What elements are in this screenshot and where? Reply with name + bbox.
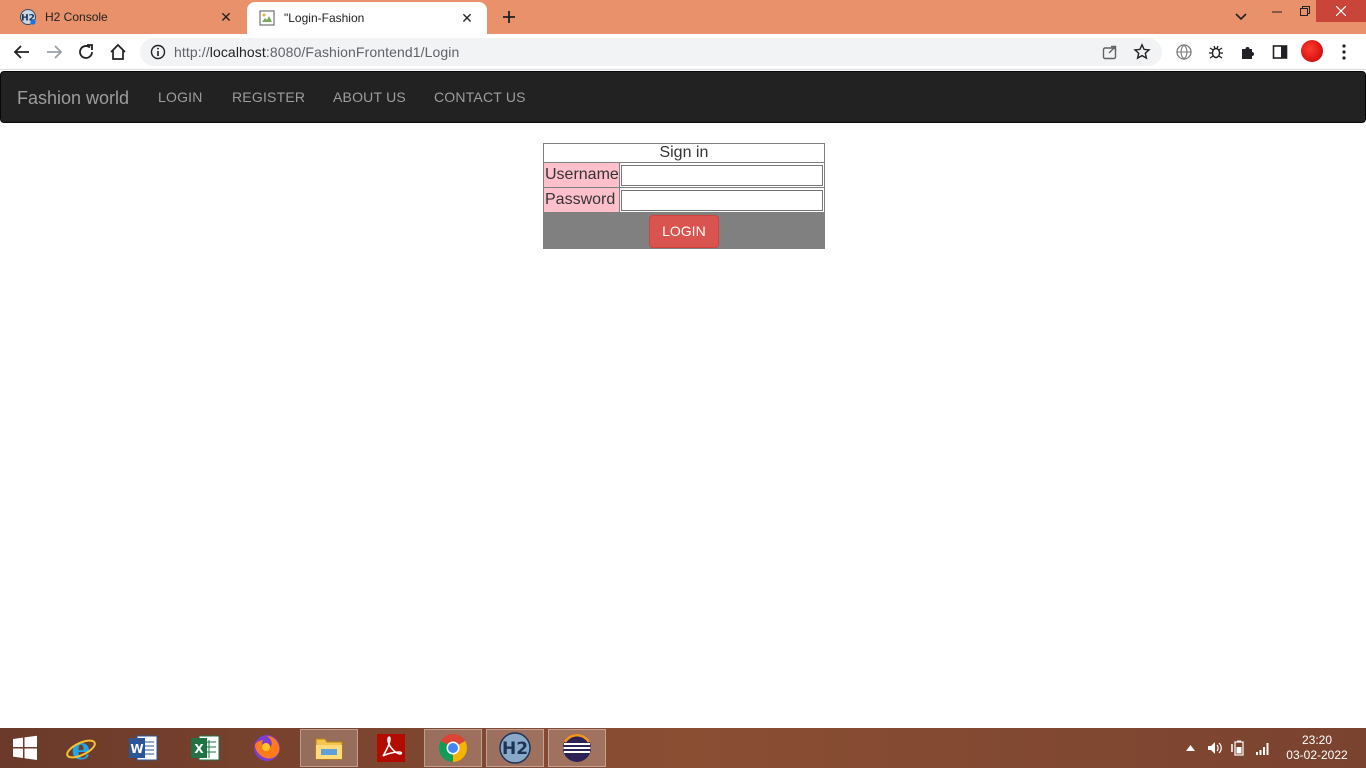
brand-link[interactable]: Fashion world <box>17 88 129 109</box>
forward-arrow-icon[interactable] <box>42 40 66 64</box>
site-navbar: Fashion world LOGIN REGISTER ABOUT US CO… <box>0 71 1366 123</box>
globe-extension-icon[interactable] <box>1172 40 1196 64</box>
acrobat-icon[interactable] <box>362 729 420 767</box>
login-form-table: Sign in Username Password LOGIN <box>543 143 825 249</box>
excel-icon[interactable]: X <box>176 729 234 767</box>
nav-link-register[interactable]: REGISTER <box>232 89 305 105</box>
tab-title: "Login-Fashion <box>284 11 365 25</box>
password-input[interactable] <box>620 189 823 211</box>
file-explorer-icon[interactable] <box>300 729 358 767</box>
username-cell <box>618 162 825 188</box>
bookmark-star-icon[interactable] <box>1133 43 1151 61</box>
h2-favicon-icon: H2 <box>20 9 36 25</box>
home-icon[interactable] <box>106 40 130 64</box>
close-window-icon[interactable] <box>1316 0 1366 22</box>
eclipse-icon[interactable] <box>548 729 606 767</box>
profile-avatar[interactable] <box>1301 40 1323 62</box>
back-arrow-icon[interactable] <box>10 40 34 64</box>
password-cell <box>618 187 825 213</box>
login-button[interactable]: LOGIN <box>648 214 719 248</box>
svg-text:e: e <box>71 732 90 764</box>
internet-explorer-icon[interactable]: e <box>52 729 110 767</box>
username-label: Username <box>543 162 620 188</box>
broken-image-icon <box>259 10 275 26</box>
network-signal-icon[interactable] <box>1253 728 1273 768</box>
username-input[interactable] <box>620 164 823 186</box>
share-icon[interactable] <box>1101 43 1119 61</box>
clock-time: 23:20 <box>1301 733 1333 747</box>
reload-icon[interactable] <box>74 40 98 64</box>
svg-text:W: W <box>130 742 143 756</box>
browser-tab-strip: H2 H2 Console ✕ "Login-Fashion ✕ <box>0 0 1366 34</box>
submit-row: LOGIN <box>543 212 825 249</box>
windows-taskbar: e W X H2 23:20 03-02-2022 <box>0 728 1366 768</box>
browser-toolbar: http://localhost:8080/FashionFrontend1/L… <box>0 34 1366 70</box>
word-icon[interactable]: W <box>114 729 172 767</box>
side-panel-icon[interactable] <box>1268 40 1292 64</box>
tab-title: H2 Console <box>45 10 108 24</box>
volume-icon[interactable] <box>1205 728 1225 768</box>
nav-link-contact-us[interactable]: CONTACT US <box>434 89 526 105</box>
new-tab-icon[interactable] <box>497 6 521 28</box>
windows-start-icon[interactable] <box>0 729 50 767</box>
chevron-up-icon[interactable] <box>1182 728 1198 768</box>
clock-date: 03-02-2022 <box>1286 748 1348 762</box>
svg-text:X: X <box>194 742 204 756</box>
firefox-icon[interactable] <box>238 729 296 767</box>
nav-link-about-us[interactable]: ABOUT US <box>333 89 406 105</box>
tab-login-fashion[interactable]: "Login-Fashion ✕ <box>247 2 487 34</box>
h2-console-icon[interactable]: H2 <box>486 729 544 767</box>
password-label: Password <box>543 187 620 213</box>
chrome-icon[interactable] <box>424 729 482 767</box>
bug-extension-icon[interactable] <box>1204 40 1228 64</box>
site-info-icon[interactable] <box>150 44 166 60</box>
battery-icon[interactable] <box>1229 728 1249 768</box>
address-bar[interactable]: http://localhost:8080/FashionFrontend1/L… <box>140 38 1162 66</box>
taskbar-clock[interactable]: 23:20 03-02-2022 <box>1282 733 1352 763</box>
kebab-menu-icon[interactable] <box>1332 40 1356 64</box>
nav-link-login[interactable]: LOGIN <box>158 89 203 105</box>
sign-in-title: Sign in <box>543 143 825 163</box>
chevron-down-icon[interactable] <box>1230 7 1252 27</box>
close-tab-icon[interactable]: ✕ <box>459 10 475 26</box>
svg-text:H2: H2 <box>502 739 528 759</box>
tab-h2-console[interactable]: H2 H2 Console ✕ <box>0 0 246 34</box>
close-tab-icon[interactable]: ✕ <box>218 9 234 25</box>
puzzle-extensions-icon[interactable] <box>1236 40 1260 64</box>
url-text: http://localhost:8080/FashionFrontend1/L… <box>174 44 460 60</box>
